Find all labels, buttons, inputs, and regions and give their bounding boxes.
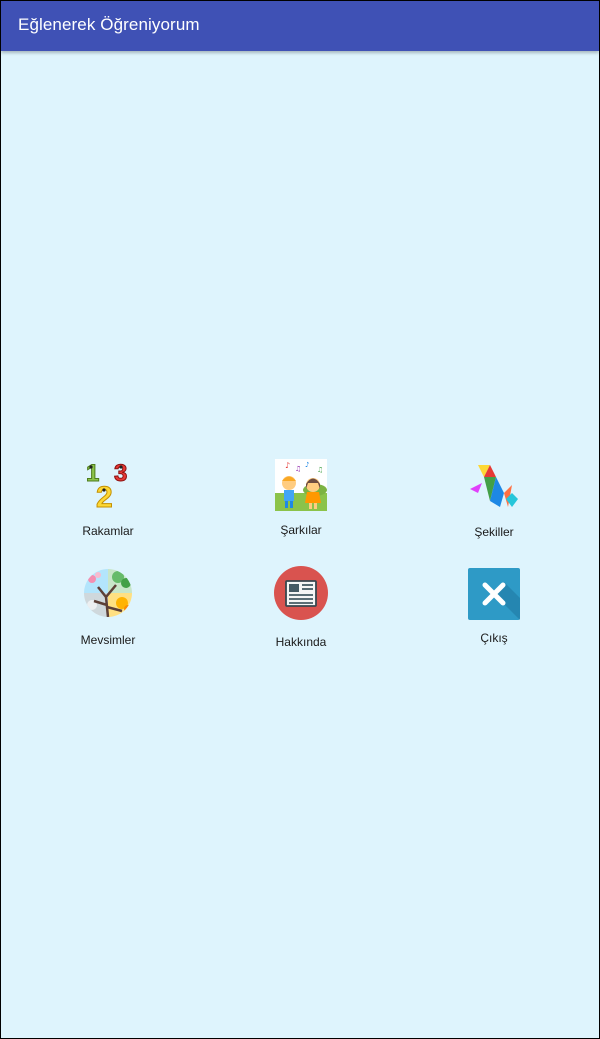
svg-text:♫: ♫ [295,465,301,473]
about-label: Hakkında [275,635,327,649]
app-title: Eğlenerek Öğreniyorum [18,15,200,34]
exit-menu-item[interactable]: Çıkış [434,565,554,665]
app-bar: Eğlenerek Öğreniyorum [1,1,599,51]
numbers-123-icon: 1 3 2 [82,457,134,510]
svg-text:♪: ♪ [285,461,290,470]
songs-menu-item[interactable]: ♪ ♫ ♪ ♫ Şarkılar [241,457,361,557]
exit-label: Çıkış [480,631,508,645]
shapes-menu-item[interactable]: Şekiller [434,457,554,557]
app-screen: Eğlenerek Öğreniyorum 1 3 2 Rakamlar ♪ ♫… [1,1,599,1038]
svg-text:♫: ♫ [317,466,323,474]
seasons-menu-item[interactable]: Mevsimler [48,565,168,665]
numbers-menu-item[interactable]: 1 3 2 Rakamlar [48,457,168,557]
tangram-shapes-icon [468,461,520,513]
seasons-label: Mevsimler [80,633,136,647]
shapes-label: Şekiller [474,525,514,539]
about-menu-item[interactable]: Hakkında [241,565,361,665]
svg-text:2: 2 [96,481,113,509]
numbers-label: Rakamlar [82,524,134,538]
songs-label: Şarkılar [280,523,322,537]
svg-text:♪: ♪ [305,461,309,469]
singing-kids-icon: ♪ ♫ ♪ ♫ [275,459,327,511]
svg-text:3: 3 [114,460,127,487]
seasons-tree-icon [82,567,134,619]
newspaper-icon [274,565,328,620]
close-icon [468,568,520,620]
